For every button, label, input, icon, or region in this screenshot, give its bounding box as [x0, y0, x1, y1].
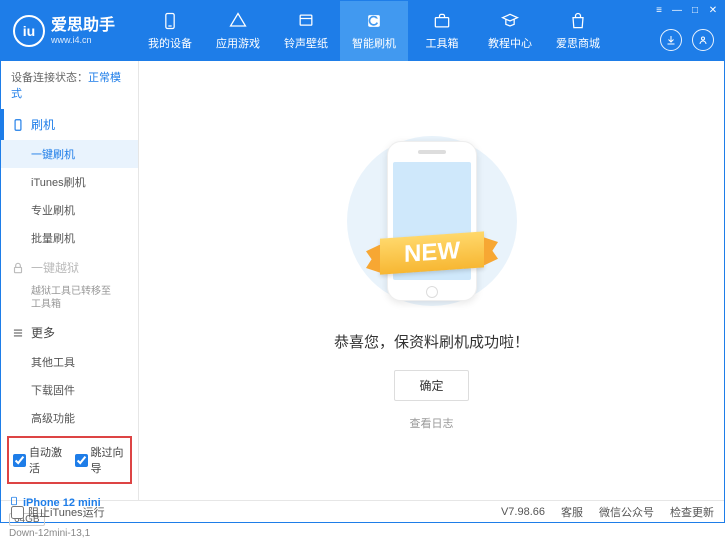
- block-itunes-checkbox[interactable]: 阻止iTunes运行: [11, 504, 105, 520]
- more-icon: [11, 326, 25, 340]
- checkbox-skip-guide[interactable]: 跳过向导: [75, 444, 127, 476]
- tutorial-icon: [500, 11, 520, 31]
- checkbox-label: 自动激活: [29, 444, 65, 476]
- nav-toolbox[interactable]: 工具箱: [408, 1, 476, 61]
- sidebar-item-download-firmware[interactable]: 下载固件: [1, 376, 138, 404]
- wechat-link[interactable]: 微信公众号: [599, 504, 654, 520]
- app-header: iu 爱思助手 www.i4.cn 我的设备 应用游戏 铃声壁纸 智能刷机 工具…: [1, 1, 724, 61]
- download-icon[interactable]: [660, 29, 682, 51]
- check-update-link[interactable]: 检查更新: [670, 504, 714, 520]
- logo-icon: iu: [13, 15, 45, 47]
- nav-label: 工具箱: [426, 35, 459, 51]
- user-icon[interactable]: [692, 29, 714, 51]
- logo-area: iu 爱思助手 www.i4.cn: [1, 15, 136, 47]
- close-icon[interactable]: ✕: [706, 3, 720, 17]
- phone-icon: [11, 118, 25, 132]
- skip-guide-input[interactable]: [75, 454, 88, 467]
- maximize-icon[interactable]: □: [688, 3, 702, 17]
- nav-tutorial[interactable]: 教程中心: [476, 1, 544, 61]
- section-label: 更多: [31, 324, 55, 341]
- menu-icon[interactable]: ≡: [652, 3, 666, 17]
- customer-service-link[interactable]: 客服: [561, 504, 583, 520]
- device-icon: [160, 11, 180, 31]
- device-version: Down-12mini-13,1: [9, 528, 130, 539]
- section-jailbreak: 一键越狱: [1, 252, 138, 283]
- window-controls: ≡ — □ ✕: [652, 3, 720, 17]
- success-message: 恭喜您，保资料刷机成功啦！: [334, 331, 529, 352]
- nav-store[interactable]: 爱思商城: [544, 1, 612, 61]
- connection-status: 设备连接状态：正常模式: [1, 61, 138, 109]
- confirm-button[interactable]: 确定: [394, 370, 468, 401]
- phone-illustration: [387, 141, 477, 301]
- auto-activate-input[interactable]: [13, 454, 26, 467]
- main-nav: 我的设备 应用游戏 铃声壁纸 智能刷机 工具箱 教程中心 爱思商城: [136, 1, 724, 61]
- minimize-icon[interactable]: —: [670, 3, 684, 17]
- nav-label: 应用游戏: [216, 35, 260, 51]
- store-icon: [568, 11, 588, 31]
- block-itunes-input[interactable]: [11, 506, 24, 519]
- nav-label: 教程中心: [488, 35, 532, 51]
- jailbreak-note: 越狱工具已转移至 工具箱: [1, 283, 138, 317]
- nav-label: 铃声壁纸: [284, 35, 328, 51]
- hero-illustration: NEW: [332, 131, 532, 311]
- app-url: www.i4.cn: [51, 35, 115, 45]
- nav-label: 我的设备: [148, 35, 192, 51]
- section-label: 一键越狱: [31, 259, 79, 276]
- header-right-icons: [660, 29, 714, 51]
- section-more[interactable]: 更多: [1, 317, 138, 348]
- sidebar-item-pro-flash[interactable]: 专业刷机: [1, 196, 138, 224]
- nav-label: 爱思商城: [556, 35, 600, 51]
- body-area: 设备连接状态：正常模式 刷机 一键刷机 iTunes刷机 专业刷机 批量刷机 一…: [1, 61, 724, 500]
- block-itunes-label: 阻止iTunes运行: [28, 504, 105, 520]
- nav-flash[interactable]: 智能刷机: [340, 1, 408, 61]
- nav-my-device[interactable]: 我的设备: [136, 1, 204, 61]
- checkbox-highlight-box: 自动激活 跳过向导: [7, 436, 132, 484]
- nav-ringtone[interactable]: 铃声壁纸: [272, 1, 340, 61]
- section-flash[interactable]: 刷机: [1, 109, 138, 140]
- checkbox-label: 跳过向导: [91, 444, 127, 476]
- new-ribbon: NEW: [380, 231, 484, 274]
- sidebar: 设备连接状态：正常模式 刷机 一键刷机 iTunes刷机 专业刷机 批量刷机 一…: [1, 61, 139, 500]
- lock-icon: [11, 261, 25, 275]
- ringtone-icon: [296, 11, 316, 31]
- sidebar-item-batch-flash[interactable]: 批量刷机: [1, 224, 138, 252]
- app-name: 爱思助手: [51, 17, 115, 35]
- apps-icon: [228, 11, 248, 31]
- sidebar-item-other-tools[interactable]: 其他工具: [1, 348, 138, 376]
- checkbox-auto-activate[interactable]: 自动激活: [13, 444, 65, 476]
- view-log-link[interactable]: 查看日志: [410, 415, 454, 431]
- section-label: 刷机: [31, 116, 55, 133]
- toolbox-icon: [432, 11, 452, 31]
- sidebar-item-oneclick-flash[interactable]: 一键刷机: [1, 140, 138, 168]
- sidebar-item-advanced[interactable]: 高级功能: [1, 404, 138, 432]
- flash-icon: [364, 11, 384, 31]
- nav-label: 智能刷机: [352, 35, 396, 51]
- version-label: V7.98.66: [501, 506, 545, 518]
- main-content: NEW 恭喜您，保资料刷机成功啦！ 确定 查看日志: [139, 61, 724, 500]
- nav-apps[interactable]: 应用游戏: [204, 1, 272, 61]
- sidebar-item-itunes-flash[interactable]: iTunes刷机: [1, 168, 138, 196]
- status-label: 设备连接状态：: [11, 72, 88, 84]
